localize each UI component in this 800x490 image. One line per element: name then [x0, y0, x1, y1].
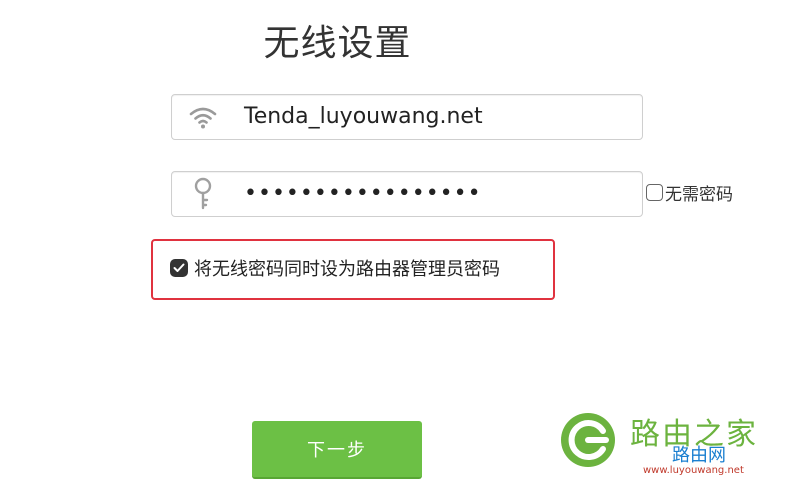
next-button[interactable]: 下一步	[252, 421, 422, 479]
ssid-input[interactable]: Tenda_luyouwang.net	[171, 94, 643, 140]
wifi-icon	[172, 95, 234, 139]
watermark-subtitle: 路由网	[672, 445, 726, 466]
admin-password-sync-label: 将无线密码同时设为路由器管理员密码	[194, 259, 500, 280]
no-password-label: 无需密码	[665, 184, 733, 205]
watermark: 路由之家 路由网 www.luyouwang.net	[555, 405, 795, 485]
admin-password-sync-checkbox[interactable]: 将无线密码同时设为路由器管理员密码	[170, 254, 500, 282]
checkbox-checked-icon	[170, 259, 188, 277]
password-input[interactable]: •••••••••••••••••	[171, 171, 643, 217]
no-password-checkbox[interactable]: 无需密码	[646, 178, 733, 206]
ssid-value: Tenda_luyouwang.net	[244, 104, 483, 129]
password-value: •••••••••••••••••	[244, 181, 482, 206]
watermark-url: www.luyouwang.net	[643, 465, 744, 476]
page-title: 无线设置	[263, 23, 412, 64]
key-icon	[172, 172, 234, 216]
watermark-logo-icon	[561, 413, 615, 467]
checkbox-unchecked-icon	[646, 183, 663, 201]
